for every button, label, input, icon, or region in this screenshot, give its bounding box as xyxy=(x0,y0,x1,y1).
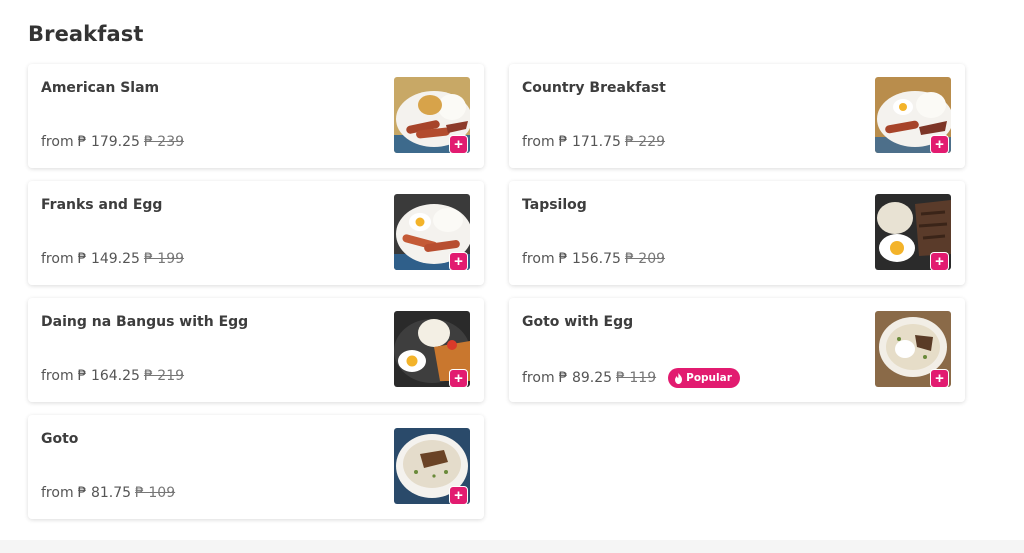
original-price: ₱ 239 xyxy=(143,134,185,150)
price-prefix: from xyxy=(41,134,74,150)
current-price: ₱ 89.25 xyxy=(558,370,613,386)
menu-grid: American Slam from ₱ 179.25 ₱ 239 + Coun… xyxy=(28,64,965,519)
original-price: ₱ 219 xyxy=(143,368,185,384)
price-prefix: from xyxy=(522,251,555,267)
menu-item-card[interactable]: Goto from ₱ 81.75 ₱ 109 + xyxy=(28,415,484,519)
original-price: ₱ 229 xyxy=(624,134,666,150)
menu-item-price-row: from ₱ 89.25 ₱ 119 Popular xyxy=(522,368,740,388)
badge-label: Popular xyxy=(686,372,732,384)
menu-item-card[interactable]: American Slam from ₱ 179.25 ₱ 239 + xyxy=(28,64,484,168)
current-price: ₱ 179.25 xyxy=(77,134,140,150)
original-price: ₱ 199 xyxy=(143,251,185,267)
footer-divider xyxy=(0,540,1024,553)
menu-item-price-row: from ₱ 81.75 ₱ 109 xyxy=(41,485,175,501)
menu-item-name: Franks and Egg xyxy=(41,197,163,213)
menu-item-name: Goto xyxy=(41,431,79,447)
current-price: ₱ 149.25 xyxy=(77,251,140,267)
current-price: ₱ 171.75 xyxy=(558,134,621,150)
current-price: ₱ 156.75 xyxy=(558,251,621,267)
menu-item-name: Daing na Bangus with Egg xyxy=(41,314,249,330)
menu-item-name: Tapsilog xyxy=(522,197,587,213)
add-to-cart-button[interactable]: + xyxy=(449,486,468,505)
price-prefix: from xyxy=(41,485,74,501)
price-prefix: from xyxy=(41,251,74,267)
flame-icon xyxy=(675,372,683,384)
add-to-cart-button[interactable]: + xyxy=(930,252,949,271)
menu-item-card[interactable]: Daing na Bangus with Egg from ₱ 164.25 ₱… xyxy=(28,298,484,402)
menu-item-price-row: from ₱ 171.75 ₱ 229 xyxy=(522,134,665,150)
menu-item-price-row: from ₱ 149.25 ₱ 199 xyxy=(41,251,184,267)
menu-item-name: Goto with Egg xyxy=(522,314,634,330)
price-prefix: from xyxy=(522,370,555,386)
section-title: Breakfast xyxy=(28,22,144,46)
add-to-cart-button[interactable]: + xyxy=(449,369,468,388)
menu-page: Breakfast American Slam from ₱ 179.25 ₱ … xyxy=(0,0,1024,553)
menu-item-card[interactable]: Franks and Egg from ₱ 149.25 ₱ 199 + xyxy=(28,181,484,285)
current-price: ₱ 81.75 xyxy=(77,485,132,501)
price-prefix: from xyxy=(522,134,555,150)
add-to-cart-button[interactable]: + xyxy=(449,252,468,271)
current-price: ₱ 164.25 xyxy=(77,368,140,384)
menu-item-price-row: from ₱ 164.25 ₱ 219 xyxy=(41,368,184,384)
price-prefix: from xyxy=(41,368,74,384)
original-price: ₱ 119 xyxy=(616,370,657,386)
original-price: ₱ 109 xyxy=(135,485,176,501)
menu-item-card[interactable]: Tapsilog from ₱ 156.75 ₱ 209 + xyxy=(509,181,965,285)
menu-item-card[interactable]: Goto with Egg from ₱ 89.25 ₱ 119 Popular xyxy=(509,298,965,402)
add-to-cart-button[interactable]: + xyxy=(449,135,468,154)
menu-item-price-row: from ₱ 156.75 ₱ 209 xyxy=(522,251,665,267)
add-to-cart-button[interactable]: + xyxy=(930,135,949,154)
popular-badge: Popular xyxy=(668,368,740,388)
menu-item-card[interactable]: Country Breakfast from ₱ 171.75 ₱ 229 + xyxy=(509,64,965,168)
original-price: ₱ 209 xyxy=(624,251,666,267)
menu-item-name: Country Breakfast xyxy=(522,80,666,96)
add-to-cart-button[interactable]: + xyxy=(930,369,949,388)
menu-item-name: American Slam xyxy=(41,80,160,96)
menu-item-price-row: from ₱ 179.25 ₱ 239 xyxy=(41,134,184,150)
